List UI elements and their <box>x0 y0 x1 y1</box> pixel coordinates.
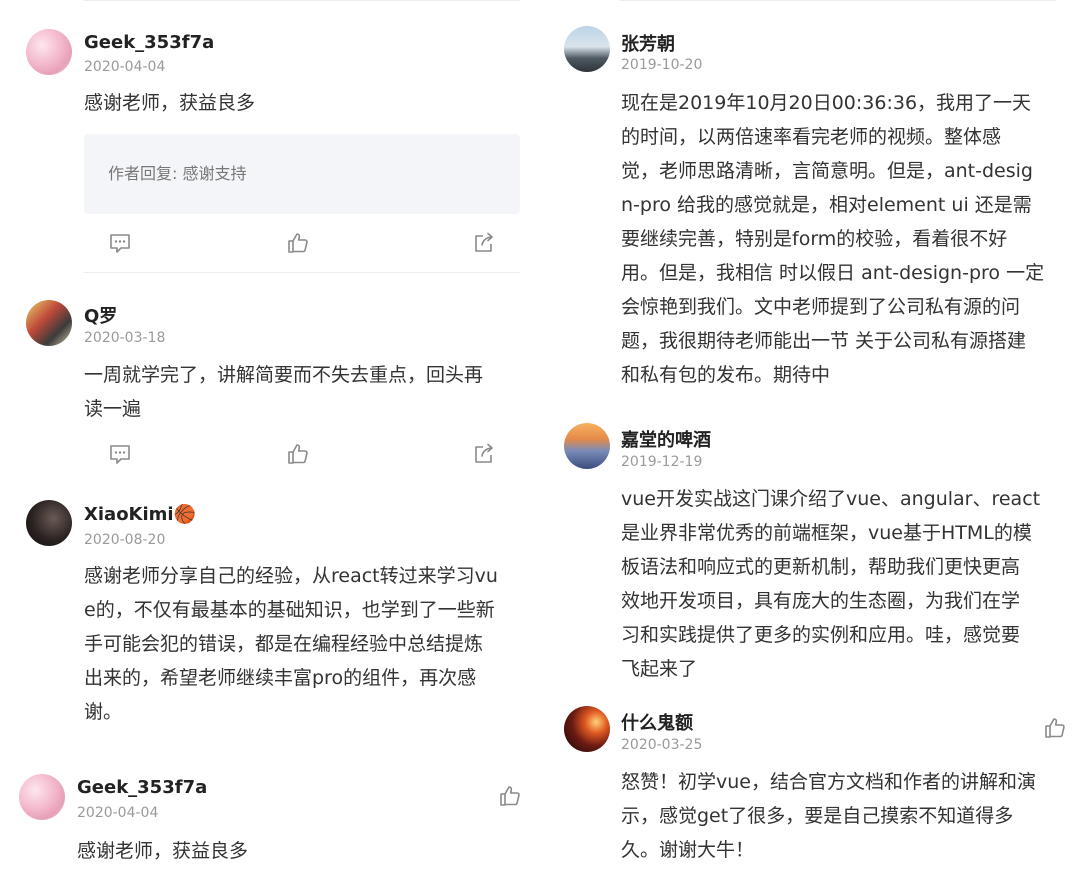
comment-username[interactable]: 什么鬼额 <box>621 709 693 735</box>
comment-date: 2020-08-20 <box>84 532 166 548</box>
comment-text: 一周就学完了，讲解简要而不失去重点，回头再 读一遍 <box>84 358 524 426</box>
comment-username[interactable]: XiaoKimi🏀 <box>84 504 196 525</box>
thumbs-up-icon[interactable] <box>498 784 522 808</box>
comment-text: 感谢老师分享自己的经验，从react转过来学习vu e的，不仅有最基本的基础知识… <box>84 559 524 729</box>
comment-username[interactable]: Q罗 <box>84 302 117 328</box>
top-divider <box>84 0 520 1</box>
comment-date: 2019-12-19 <box>621 454 703 470</box>
thumbs-up-icon[interactable] <box>286 231 310 255</box>
comment-text: 现在是2019年10月20日00:36:36，我用了一天 的时间，以两倍速率看完… <box>621 86 1071 392</box>
share-icon[interactable] <box>472 442 496 466</box>
comment-text: vue开发实战这门课介绍了vue、angular、react 是业界非常优秀的前… <box>621 482 1071 686</box>
comment-line: 怒赞！初学vue，结合官方文档和作者的讲解和演 <box>621 771 1036 793</box>
comment-line: 谢。 <box>84 701 123 723</box>
avatar[interactable] <box>564 26 610 72</box>
avatar[interactable] <box>564 706 610 752</box>
avatar[interactable] <box>19 774 65 820</box>
comment-username[interactable]: Geek_353f7a <box>77 777 207 798</box>
comment-line: 用。但是，我相信 时以假日 ant-design-pro 一定 <box>621 262 1045 284</box>
comment-text: 感谢老师，获益良多 <box>77 840 249 862</box>
comment-date: 2020-04-04 <box>77 805 159 821</box>
comment-line: n-pro 给我的感觉就是，相对element ui 还是需 <box>621 194 1032 216</box>
comment-text: 怒赞！初学vue，结合官方文档和作者的讲解和演 示，感觉get了很多，要是自己摸… <box>621 765 1071 867</box>
comment-line: 觉，老师思路清晰，言简意明。但是，ant-desig <box>621 160 1033 182</box>
comment-date: 2020-03-18 <box>84 330 166 346</box>
comment-line: 习和实践提供了更多的实例和应用。哇，感觉要 <box>621 624 1021 646</box>
comment-line: 现在是2019年10月20日00:36:36，我用了一天 <box>621 92 1032 114</box>
top-divider <box>620 0 1056 1</box>
comment-line: 效地开发项目，具有庞大的生态圈，为我们在学 <box>621 590 1021 612</box>
comment-line: 和私有包的发布。期待中 <box>621 364 831 386</box>
thumbs-up-icon[interactable] <box>1043 716 1067 740</box>
comment-text: 感谢老师，获益良多 <box>84 92 256 114</box>
comment-username[interactable]: Geek_353f7a <box>84 32 214 53</box>
comment-line: vue开发实战这门课介绍了vue、angular、react <box>621 488 1041 510</box>
comment-line: 飞起来了 <box>621 658 698 680</box>
comment-line: e的，不仅有最基本的基础知识，也学到了一些新 <box>84 599 495 621</box>
comment-date: 2019-10-20 <box>621 57 703 73</box>
comment-line: 板语法和响应式的更新机制，帮助我们更快更高 <box>621 556 1021 578</box>
comment-line: 久。谢谢大牛！ <box>621 839 755 861</box>
comment-line: 一周就学完了，讲解简要而不失去重点，回头再 <box>84 364 484 386</box>
avatar[interactable] <box>26 29 72 75</box>
comment-line: 手可能会犯的错误，都是在编程经验中总结提炼 <box>84 633 484 655</box>
avatar[interactable] <box>564 423 610 469</box>
thumbs-up-icon[interactable] <box>286 442 310 466</box>
avatar[interactable] <box>26 300 72 346</box>
comment-line: 示，感觉get了很多，要是自己摸索不知道得多 <box>621 805 1014 827</box>
comment-divider <box>84 272 520 273</box>
author-reply-text: 作者回复: 感谢支持 <box>108 164 247 183</box>
comment-date: 2020-03-25 <box>621 737 703 753</box>
comment-line: 会惊艳到我们。文中老师提到了公司私有源的问 <box>621 296 1021 318</box>
comment-username[interactable]: 嘉堂的啤酒 <box>621 426 711 452</box>
author-reply-box: 作者回复: 感谢支持 <box>84 134 520 214</box>
comment-username[interactable]: 张芳朝 <box>621 30 675 56</box>
comment-icon[interactable] <box>108 231 132 255</box>
comment-line: 读一遍 <box>84 398 142 420</box>
share-icon[interactable] <box>472 231 496 255</box>
comment-line: 题，我很期待老师能出一节 关于公司私有源搭建 <box>621 330 1027 352</box>
comment-date: 2020-04-04 <box>84 59 166 75</box>
comment-line: 是业界非常优秀的前端框架，vue基于HTML的模 <box>621 522 1032 544</box>
comment-line: 感谢老师分享自己的经验，从react转过来学习vu <box>84 565 498 587</box>
comment-line: 的时间，以两倍速率看完老师的视频。整体感 <box>621 126 1002 148</box>
comment-line: 出来的，希望老师继续丰富pro的组件，再次感 <box>84 667 477 689</box>
comment-line: 要继续完善，特别是form的校验，看着很不好 <box>621 228 1008 250</box>
avatar[interactable] <box>26 500 72 546</box>
comment-icon[interactable] <box>108 442 132 466</box>
